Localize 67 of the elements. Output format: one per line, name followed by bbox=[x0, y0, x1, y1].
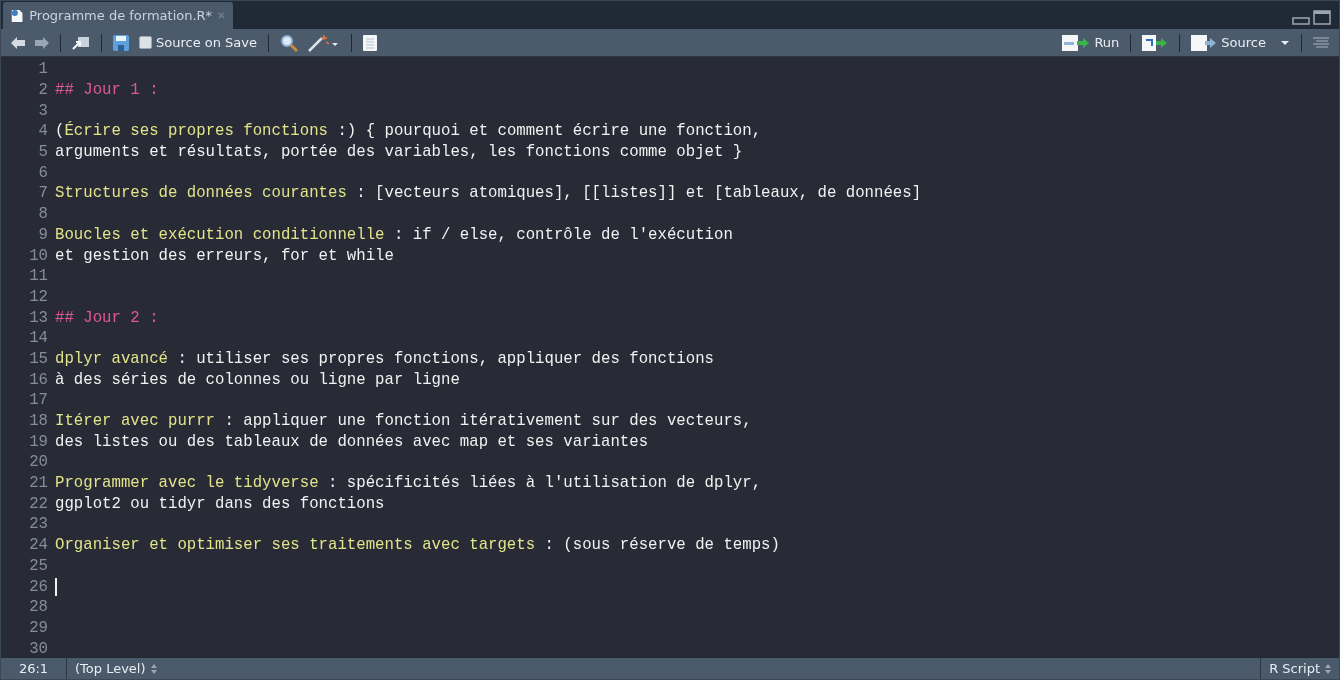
code-text: ggplot2 ou tidyr dans des fonctions bbox=[55, 494, 385, 513]
updown-icon bbox=[150, 663, 157, 674]
run-button[interactable]: Run bbox=[1060, 31, 1122, 54]
code-heading: ## Jour 1 : bbox=[55, 81, 159, 100]
line-number: 30 bbox=[28, 639, 48, 657]
code-label: Itérer avec purrr bbox=[55, 412, 216, 431]
editor-tab[interactable]: Programme de formation.R* bbox=[3, 2, 233, 29]
updown-icon bbox=[1325, 663, 1331, 674]
code-text: ( bbox=[55, 122, 65, 141]
line-number: 13 bbox=[28, 308, 48, 327]
code-text: : [vecteurs atomiques], [[listes]] et [tableaux, de données] bbox=[355, 184, 922, 203]
line-number: 26 bbox=[28, 577, 48, 596]
code-label: dplyr avancé bbox=[55, 349, 168, 368]
source-arrow-icon bbox=[1191, 34, 1218, 51]
line-number: 28 bbox=[28, 598, 48, 617]
line-number: 7 bbox=[37, 184, 48, 203]
code-text: :) { pourquoi et comment écrire une fonction, bbox=[336, 122, 762, 141]
code-text: : appliquer une fonction itérativement sur des vecteurs, bbox=[223, 412, 752, 431]
line-number: 10 bbox=[28, 246, 48, 265]
line-number: 29 bbox=[28, 618, 48, 637]
line-number: 4 bbox=[37, 122, 48, 141]
line-number: 22 bbox=[28, 494, 48, 513]
code-text: : (sous réserve de temps) bbox=[543, 536, 780, 555]
line-number: 23 bbox=[28, 515, 48, 534]
line-number: 9 bbox=[37, 225, 48, 244]
line-number: 24 bbox=[28, 536, 48, 555]
code-label: Boucles et exécution conditionnelle bbox=[55, 225, 385, 244]
code-label: Organiser et optimiser ses traitements avec targets bbox=[55, 536, 536, 555]
code-text: : if / else, contrôle de l'exécution bbox=[392, 225, 733, 244]
source-button[interactable]: Source bbox=[1189, 31, 1292, 54]
code-label: Programmer avec le tidyverse bbox=[55, 474, 319, 493]
line-number: 20 bbox=[28, 453, 48, 472]
code-text: : utiliser ses propres fonctions, appliquer des fonctions bbox=[176, 349, 714, 368]
code-text: des listes ou des tableaux de données avec map et ses variantes bbox=[55, 432, 649, 451]
minimize-icon[interactable] bbox=[1292, 17, 1310, 25]
caret-icon bbox=[1280, 39, 1290, 46]
line-number: 2 bbox=[37, 81, 48, 100]
line-number: 16 bbox=[28, 370, 48, 389]
scope-selector[interactable]: (Top Level) bbox=[67, 658, 165, 679]
maximize-icon[interactable] bbox=[1313, 10, 1331, 25]
line-number: 6 bbox=[37, 163, 48, 182]
line-number: 21 bbox=[28, 474, 48, 493]
line-number: 8 bbox=[37, 205, 48, 224]
line-number: 17 bbox=[28, 391, 48, 410]
tab-title: Programme de formation.R* bbox=[29, 8, 213, 23]
code-heading: ## Jour 2 : bbox=[55, 308, 159, 327]
code-text: : spécificités liées à l'utilisation de dplyr, bbox=[327, 474, 762, 493]
code-editor[interactable] bbox=[1, 57, 1339, 657]
code-label: Écrire ses propres fonctions bbox=[64, 122, 328, 141]
line-number: 5 bbox=[37, 143, 48, 162]
source-on-save-checkbox[interactable]: Source on Save bbox=[137, 31, 260, 54]
cursor-position: 26:1 bbox=[1, 658, 67, 679]
line-number: 19 bbox=[28, 432, 48, 451]
code-text: à des séries de colonnes ou ligne par ligne bbox=[55, 370, 460, 389]
code-text: et gestion des erreurs, for et while bbox=[55, 246, 394, 265]
line-number: 11 bbox=[28, 267, 48, 286]
line-number: 1 bbox=[37, 60, 48, 79]
code-text: arguments et résultats, portée des variables, les fonctions comme objet } bbox=[55, 143, 743, 162]
file-type-selector[interactable]: R Script bbox=[1260, 658, 1339, 679]
line-number: 14 bbox=[28, 329, 48, 348]
line-number: 18 bbox=[28, 412, 48, 431]
line-number: 3 bbox=[37, 101, 48, 120]
code-label: Structures de données courantes bbox=[55, 184, 347, 203]
run-arrow-icon bbox=[1062, 34, 1091, 51]
line-number: 15 bbox=[28, 349, 48, 368]
line-number: 25 bbox=[28, 556, 48, 575]
line-number: 12 bbox=[28, 287, 48, 306]
